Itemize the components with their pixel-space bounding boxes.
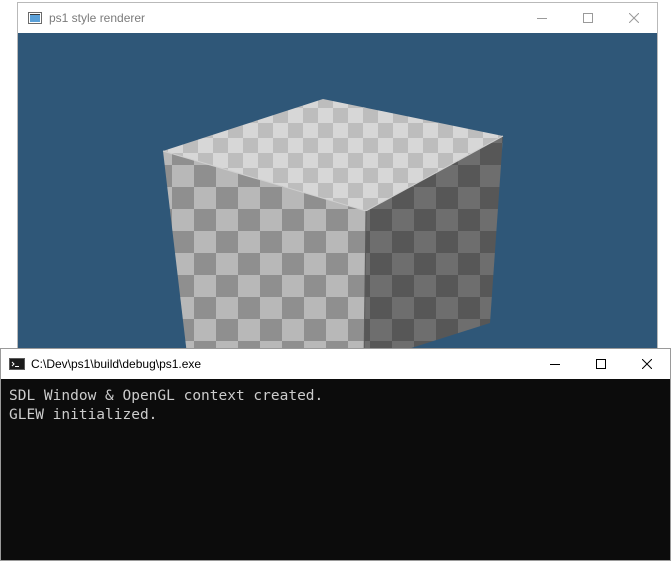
console-titlebar[interactable]: C:\Dev\ps1\build\debug\ps1.exe	[1, 349, 670, 379]
console-window: C:\Dev\ps1\build\debug\ps1.exe SDL Windo…	[0, 348, 671, 561]
console-title: C:\Dev\ps1\build\debug\ps1.exe	[31, 357, 202, 371]
app-window-icon	[28, 12, 42, 24]
renderer-title: ps1 style renderer	[49, 11, 146, 25]
renderer-close-button[interactable]	[611, 3, 657, 33]
console-output[interactable]: SDL Window & OpenGL context created. GLE…	[1, 379, 670, 560]
console-close-button[interactable]	[624, 349, 670, 379]
renderer-caption-buttons	[519, 3, 657, 33]
renderer-window: ps1 style renderer	[17, 2, 658, 363]
renderer-minimize-button[interactable]	[519, 3, 565, 33]
maximize-icon	[583, 13, 593, 23]
console-line: GLEW initialized.	[9, 407, 158, 423]
close-icon	[642, 359, 652, 369]
console-icon	[9, 358, 25, 370]
checkerboard-cube	[162, 99, 504, 363]
console-minimize-button[interactable]	[532, 349, 578, 379]
render-viewport[interactable]	[18, 33, 657, 363]
renderer-titlebar[interactable]: ps1 style renderer	[18, 3, 657, 33]
maximize-icon	[596, 359, 606, 369]
console-maximize-button[interactable]	[578, 349, 624, 379]
renderer-maximize-button[interactable]	[565, 3, 611, 33]
console-caption-buttons	[532, 349, 670, 379]
minimize-icon	[550, 364, 560, 365]
close-icon	[629, 13, 639, 23]
minimize-icon	[537, 18, 547, 19]
console-line: SDL Window & OpenGL context created.	[9, 388, 324, 404]
